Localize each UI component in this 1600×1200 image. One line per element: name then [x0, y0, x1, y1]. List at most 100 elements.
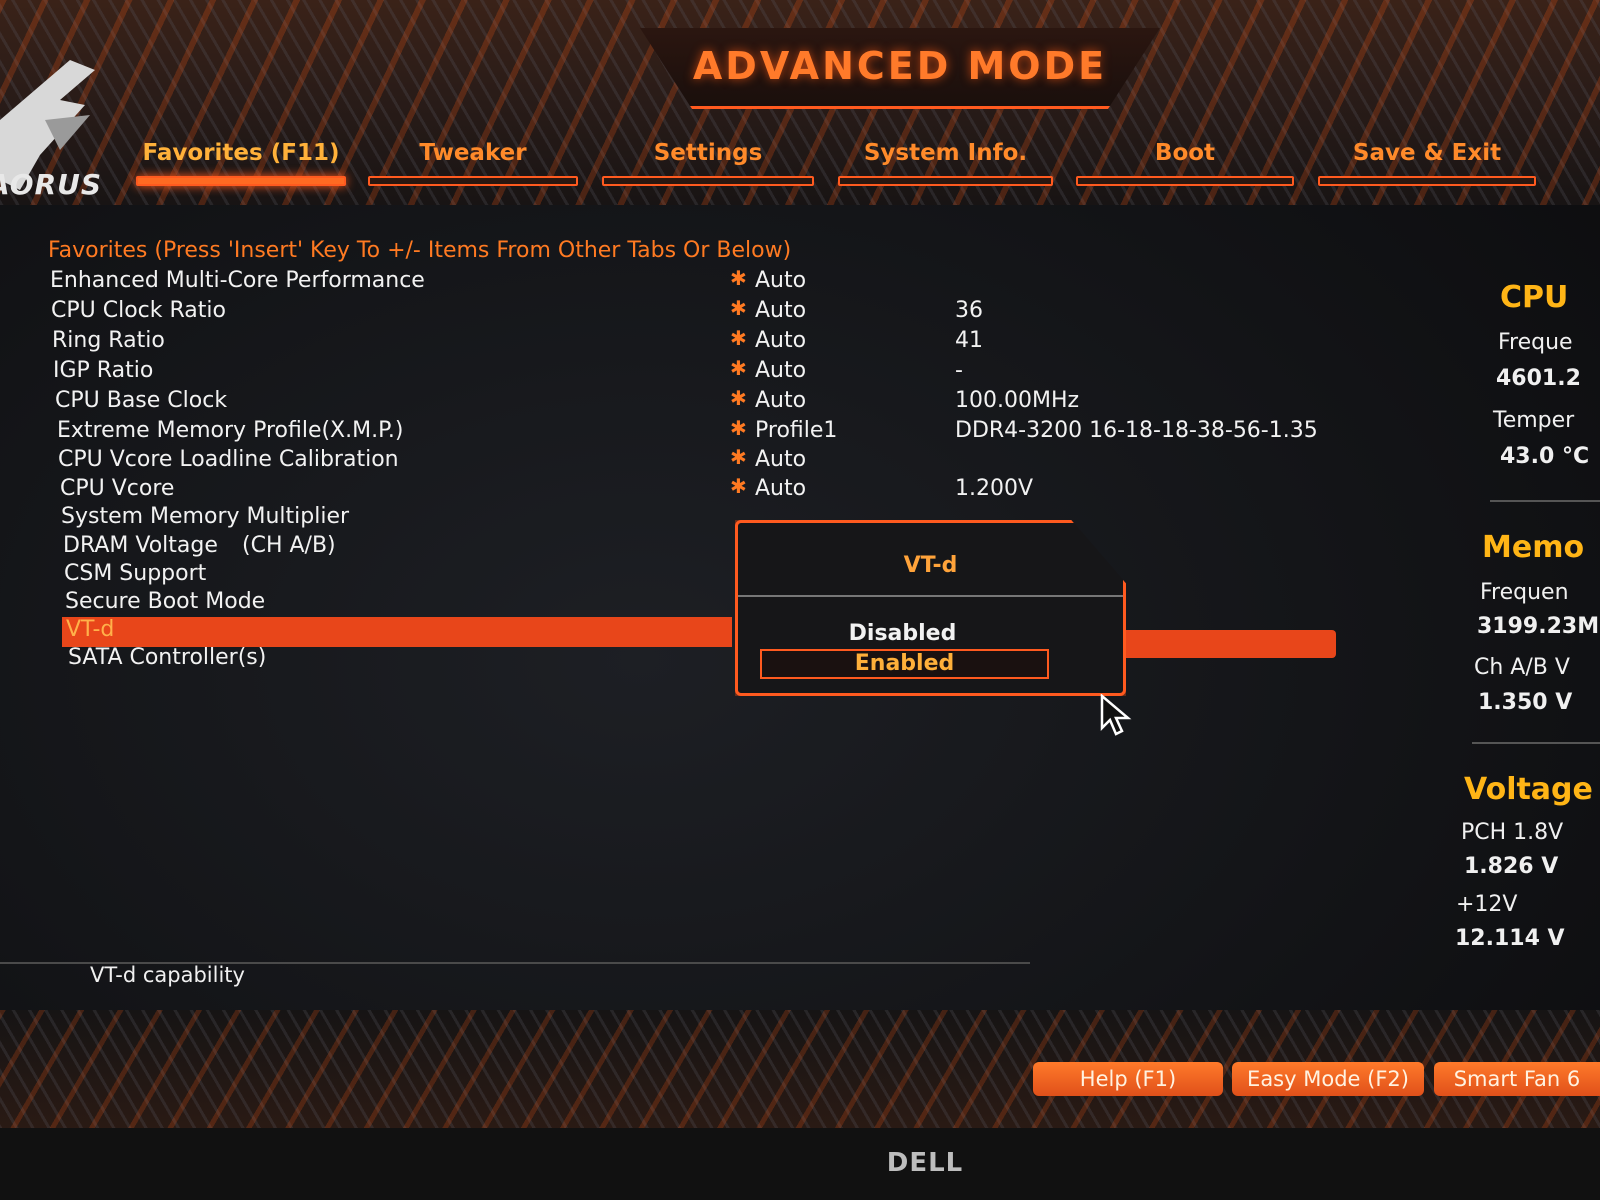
smart-fan-button[interactable]: Smart Fan 6: [1434, 1062, 1600, 1096]
setting-name: Ring Ratio: [52, 328, 165, 353]
12v-label: +12V: [1456, 892, 1518, 917]
setting-row-enhanced-multi-core[interactable]: Enhanced Multi-Core Performance ✱ Auto: [0, 266, 1340, 296]
setting-value: Auto: [755, 476, 807, 501]
pch-voltage-label: PCH 1.8V: [1461, 820, 1564, 845]
setting-row-cpu-vcore[interactable]: CPU Vcore ✱ Auto 1.200V: [0, 474, 1340, 504]
setting-name: IGP Ratio: [53, 358, 154, 383]
memory-frequency-value: 3199.23M: [1477, 614, 1600, 639]
memory-frequency-label: Frequen: [1480, 580, 1569, 605]
favorites-header: Favorites (Press 'Insert' Key To +/- Ite…: [48, 238, 792, 263]
popup-divider: [738, 595, 1123, 597]
cpu-frequency-value: 4601.2: [1496, 366, 1581, 391]
dell-logo: DELL: [886, 1148, 964, 1178]
star-icon: ✱: [730, 474, 747, 498]
current-value: -: [955, 358, 963, 383]
current-value: 41: [955, 328, 983, 353]
cpu-frequency-label: Freque: [1498, 330, 1573, 355]
current-value: 36: [955, 298, 983, 323]
popup-title: VT-d: [903, 553, 958, 578]
setting-name: Secure Boot Mode: [65, 589, 266, 614]
setting-row-vt-d[interactable]: VT-d: [0, 617, 1340, 645]
tab-label: Save & Exit: [1352, 140, 1502, 166]
cpu-temperature-value: 43.0 °C: [1500, 444, 1590, 469]
page-title: ADVANCED MODE: [692, 44, 1108, 88]
star-icon: ✱: [730, 445, 747, 469]
setting-name: SATA Controller(s): [68, 645, 267, 670]
cpu-heading: CPU: [1500, 280, 1569, 315]
setting-name: CPU Vcore: [60, 476, 175, 501]
setting-name: VT-d: [66, 617, 115, 642]
setting-name: Enhanced Multi-Core Performance: [50, 268, 425, 293]
setting-name: CPU Base Clock: [55, 388, 228, 413]
tab-system-info[interactable]: System Info.: [838, 140, 1053, 190]
setting-name: CPU Vcore Loadline Calibration: [58, 447, 399, 472]
setting-row-vcore-llc[interactable]: CPU Vcore Loadline Calibration ✱ Auto: [0, 445, 1340, 475]
tab-favorites[interactable]: Favorites (F11): [136, 140, 346, 190]
setting-value: Auto: [755, 298, 807, 323]
setting-row-secure-boot-mode[interactable]: Secure Boot Mode: [0, 589, 1340, 617]
setting-name: System Memory Multiplier: [61, 504, 350, 529]
tab-save-exit[interactable]: Save & Exit: [1318, 140, 1536, 190]
current-value: 100.00MHz: [955, 388, 1080, 413]
setting-name: CSM Support: [64, 561, 207, 586]
easy-mode-button[interactable]: Easy Mode (F2): [1232, 1062, 1424, 1096]
setting-row-memory-multiplier[interactable]: System Memory Multiplier: [0, 504, 1340, 532]
tab-underline: [602, 176, 814, 186]
setting-row-ring-ratio[interactable]: Ring Ratio ✱ Auto 41: [0, 326, 1340, 356]
memory-heading: Memo: [1482, 530, 1585, 565]
setting-row-dram-voltage[interactable]: DRAM Voltage (CH A/B): [0, 533, 1340, 561]
option-enabled[interactable]: Enabled: [760, 649, 1049, 679]
tab-label: Tweaker: [419, 140, 527, 166]
aorus-logo-text: AORUS: [0, 168, 103, 201]
setting-row-sata-controllers[interactable]: SATA Controller(s): [0, 645, 1340, 673]
cpu-temperature-label: Temper: [1493, 408, 1575, 433]
tab-label: Boot: [1154, 140, 1216, 166]
12v-value: 12.114 V: [1455, 926, 1565, 951]
star-icon: ✱: [730, 386, 747, 410]
tab-underline: [1318, 176, 1536, 186]
tab-label: Settings: [653, 140, 763, 166]
option-disabled[interactable]: Disabled: [760, 621, 1045, 647]
tab-underline: [368, 176, 578, 186]
setting-value: Auto: [755, 268, 807, 293]
tab-label: Favorites (F11): [142, 140, 340, 166]
star-icon: ✱: [730, 416, 747, 440]
mouse-cursor-icon: [1100, 694, 1132, 736]
star-icon: ✱: [730, 356, 747, 380]
star-icon: ✱: [730, 326, 747, 350]
star-icon: ✱: [730, 296, 747, 320]
tab-boot[interactable]: Boot: [1076, 140, 1294, 190]
memory-voltage-value: 1.350 V: [1478, 690, 1573, 715]
tab-label: System Info.: [863, 140, 1028, 166]
current-value: DDR4-3200 16-18-18-38-56-1.35: [955, 418, 1318, 443]
setting-value: Auto: [755, 358, 807, 383]
setting-row-xmp[interactable]: Extreme Memory Profile(X.M.P.) ✱ Profile…: [0, 416, 1340, 446]
tab-underline: [1076, 176, 1294, 186]
setting-row-cpu-base-clock[interactable]: CPU Base Clock ✱ Auto 100.00MHz: [0, 386, 1340, 416]
setting-name-suffix: (CH A/B): [242, 533, 336, 558]
tab-settings[interactable]: Settings: [602, 140, 814, 190]
setting-value: Auto: [755, 388, 807, 413]
star-icon: ✱: [730, 266, 747, 290]
voltage-heading: Voltage: [1464, 772, 1593, 807]
help-button[interactable]: Help (F1): [1033, 1062, 1223, 1096]
vt-d-option-popup: VT-d Disabled Enabled: [735, 520, 1126, 696]
bios-screen: ADVANCED MODE AORUS Favorites (F11) Twea…: [0, 0, 1600, 1200]
help-description: VT-d capability: [90, 963, 245, 987]
pch-voltage-value: 1.826 V: [1464, 854, 1559, 879]
setting-name: CPU Clock Ratio: [51, 298, 226, 323]
sidebar-divider: [1490, 500, 1600, 502]
setting-row-cpu-clock-ratio[interactable]: CPU Clock Ratio ✱ Auto 36: [0, 296, 1340, 326]
setting-row-igp-ratio[interactable]: IGP Ratio ✱ Auto -: [0, 356, 1340, 386]
memory-voltage-label: Ch A/B V: [1474, 655, 1570, 680]
setting-value: Auto: [755, 328, 807, 353]
setting-name: DRAM Voltage: [63, 533, 218, 558]
current-value: 1.200V: [955, 476, 1034, 501]
tab-tweaker[interactable]: Tweaker: [368, 140, 578, 190]
tab-underline: [136, 176, 346, 186]
setting-row-csm-support[interactable]: CSM Support: [0, 561, 1340, 589]
setting-name: Extreme Memory Profile(X.M.P.): [57, 418, 404, 443]
setting-value: Auto: [755, 447, 807, 472]
setting-value: Profile1: [755, 418, 838, 443]
sidebar-divider: [1472, 742, 1600, 744]
